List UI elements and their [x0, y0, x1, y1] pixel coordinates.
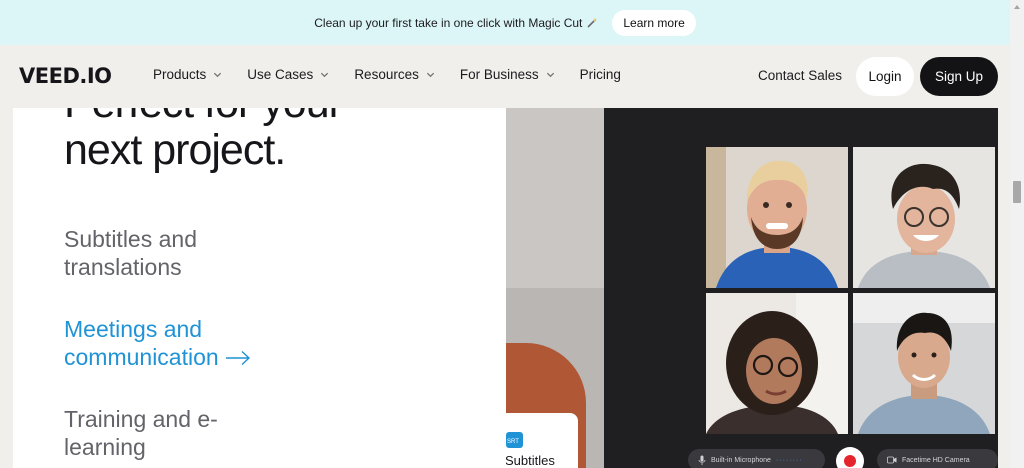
- svg-text:SRT: SRT: [507, 439, 519, 445]
- feature-label-line-1: Subtitles and: [64, 226, 197, 252]
- participant-avatar-image: [706, 293, 848, 434]
- microphone-icon: [698, 455, 706, 465]
- chevron-down-icon: [546, 72, 554, 78]
- top-navbar: VEED.IO Products Use Cases Resources For…: [0, 45, 1010, 108]
- feature-subtitles-translations[interactable]: Subtitles and translations: [64, 225, 197, 281]
- record-button[interactable]: [836, 447, 864, 468]
- magic-wand-icon: [587, 17, 598, 28]
- camera-icon: [887, 456, 897, 464]
- announcement-bar: Clean up your first take in one click wi…: [0, 0, 1010, 45]
- signup-button[interactable]: Sign Up: [920, 57, 998, 96]
- participant-avatar-image: [853, 147, 995, 288]
- veed-logo[interactable]: VEED.IO: [19, 64, 112, 88]
- learn-more-button[interactable]: Learn more: [612, 9, 696, 36]
- feature-label-line-1: Meetings and: [64, 316, 203, 342]
- nav-item-pricing[interactable]: Pricing: [580, 67, 621, 82]
- feature-meetings-communication[interactable]: Meetings and communication: [64, 315, 251, 371]
- subtitles-card-label: Subtitles: [506, 453, 555, 468]
- camera-label: Facetime HD Camera: [902, 456, 970, 464]
- meeting-preview-media: SRT Subtitles Built-in Microphone ······…: [506, 108, 998, 468]
- record-dot-icon: [844, 455, 856, 467]
- participant-avatar-image: [853, 293, 995, 434]
- section-headline: Perfect for your next project.: [64, 108, 343, 174]
- headline-line-2: next project.: [64, 126, 286, 174]
- subtitles-card: SRT Subtitles: [506, 413, 578, 468]
- camera-select[interactable]: Facetime HD Camera: [877, 449, 998, 468]
- nav-item-for-business[interactable]: For Business: [460, 67, 555, 82]
- nav-item-label: Products: [153, 67, 207, 82]
- nav-item-label: For Business: [459, 67, 539, 82]
- nav-item-use-cases[interactable]: Use Cases: [247, 67, 329, 82]
- chevron-down-icon: [426, 72, 434, 78]
- srt-file-icon: SRT: [506, 432, 523, 448]
- participant-tile-3: [706, 293, 848, 434]
- wall-shape: [506, 108, 604, 288]
- participant-tile-2: [853, 147, 995, 288]
- use-case-panel: Perfect for your next project. Subtitles…: [13, 108, 506, 468]
- nav-menu: Products Use Cases Resources For Busines…: [153, 67, 646, 82]
- contact-sales-link[interactable]: Contact Sales: [758, 68, 842, 83]
- audio-level-icon: ········: [775, 456, 803, 464]
- nav-item-label: Pricing: [579, 67, 621, 82]
- chevron-down-icon: [321, 72, 329, 78]
- feature-training-elearning[interactable]: Training and e- learning: [64, 405, 218, 461]
- announcement-text: Clean up your first take in one click wi…: [314, 15, 583, 30]
- page-scrollbar[interactable]: [1010, 0, 1024, 468]
- microphone-select[interactable]: Built-in Microphone ········: [688, 449, 825, 468]
- scroll-up-arrow-icon[interactable]: [1013, 3, 1021, 11]
- feature-label-line-2: learning: [64, 434, 146, 460]
- chevron-down-icon: [214, 72, 222, 78]
- scrollbar-thumb[interactable]: [1013, 181, 1021, 203]
- login-button[interactable]: Login: [856, 57, 914, 96]
- announcement-text-wrap: Clean up your first take in one click wi…: [314, 16, 598, 30]
- feature-label-line-2: communication: [64, 344, 219, 370]
- feature-label-line-2: translations: [64, 254, 182, 280]
- nav-item-resources[interactable]: Resources: [354, 67, 435, 82]
- participant-tile-1: [706, 147, 848, 288]
- participant-avatar-image: [706, 147, 848, 288]
- nav-item-label: Resources: [354, 67, 419, 82]
- participant-tile-4: [853, 293, 995, 434]
- arrow-right-icon: [225, 350, 250, 366]
- nav-item-label: Use Cases: [247, 67, 314, 82]
- nav-item-products[interactable]: Products: [153, 67, 222, 82]
- feature-label-line-1: Training and e-: [64, 406, 218, 432]
- headline-line-1: Perfect for your: [64, 108, 343, 127]
- microphone-label: Built-in Microphone: [711, 456, 771, 464]
